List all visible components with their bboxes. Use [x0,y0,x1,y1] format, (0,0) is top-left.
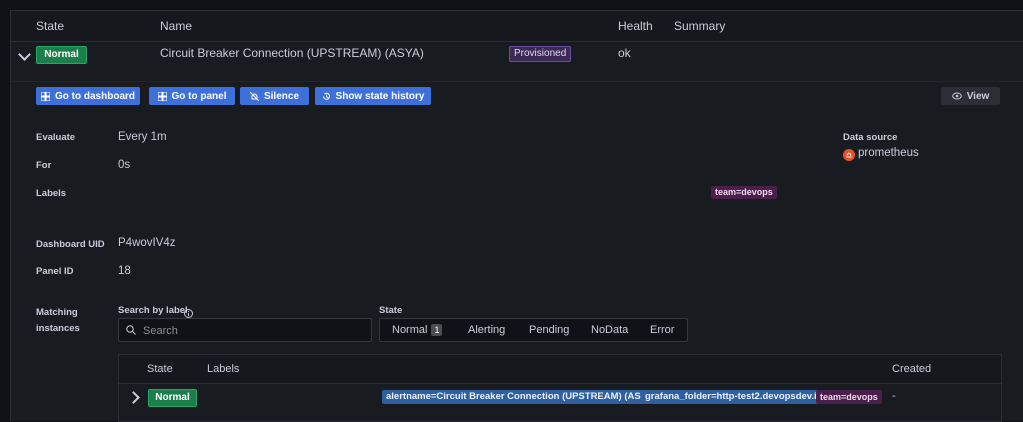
datasource-label: Data source [843,132,898,143]
state-filter-nodata[interactable]: NoData [591,324,628,336]
for-value: 0s [118,159,131,171]
instances-state-header: State [147,363,173,375]
state-filter-error[interactable]: Error [650,324,674,336]
instances-header: State Labels Created [119,355,1001,384]
state-filter: Normal 1 Alerting Pending NoData Error [379,318,688,342]
health-value: ok [618,46,631,60]
state-filter-pending[interactable]: Pending [529,324,569,336]
matching-label-line1: Matching [36,307,78,318]
silence-button[interactable]: Silence [240,87,309,105]
go-to-dashboard-button[interactable]: Go to dashboard [36,87,140,105]
state-filter-normal-label: Normal [392,324,428,336]
search-field[interactable] [118,318,372,342]
dashboard-uid-value: P4wovIV4z [118,237,176,249]
matching-label-line2: instances [36,323,80,334]
go-to-panel-label: Go to panel [171,90,227,102]
state-filter-alerting[interactable]: Alerting [468,324,505,336]
state-filter-normal[interactable]: Normal 1 [392,324,443,336]
rule-name: Circuit Breaker Connection (UPSTREAM) (A… [160,46,424,60]
info-icon[interactable] [184,305,193,318]
go-to-dashboard-label: Go to dashboard [55,90,135,102]
table-row[interactable]: Normal alertname=Circuit Breaker Connect… [119,384,1001,420]
instances-labels-header: Labels [207,363,240,375]
history-icon [322,92,330,100]
show-state-history-label: Show state history [335,90,425,102]
state-filter-label: State [379,305,403,316]
dashboard-uid-label: Dashboard UID [36,239,105,250]
search-by-label-label: Search by label [118,305,188,316]
instance-label-team: team=devops [816,390,882,404]
go-to-panel-button[interactable]: Go to panel [149,87,235,105]
panel-id-label: Panel ID [36,266,74,277]
normal-count-badge: 1 [431,324,443,336]
show-state-history-button[interactable]: Show state history [315,87,431,105]
instances-created-header: Created [892,363,932,375]
chevron-right-icon[interactable] [127,391,140,404]
chevron-down-icon[interactable] [18,48,31,61]
provisioned-tag: Provisioned [509,46,572,62]
rule-row[interactable]: Normal Circuit Breaker Connection (UPSTR… [11,41,1023,82]
search-input[interactable] [141,322,365,340]
instance-label-folder: grafana_folder=http-test2.devopsdev.io [641,390,827,404]
silence-label: Silence [263,90,300,102]
instances-table: State Labels Created Normal alertname=Ci… [118,354,1002,422]
panel-icon [157,91,167,101]
state-badge: Normal [36,46,87,64]
dashboard-icon [41,91,50,101]
label-tag: team=devops [711,186,777,199]
view-label: View [966,90,990,102]
col-name-header: Name [160,19,193,33]
eye-icon [951,92,962,100]
evaluate-label: Evaluate [36,132,76,143]
labels-label: Labels [36,188,67,199]
evaluate-value: Every 1m [118,131,167,143]
instance-state-badge: Normal [148,389,197,407]
search-icon [126,325,136,335]
col-health-header: Health [618,19,653,33]
table-header: State Name Health Summary [11,11,1023,42]
for-label: For [36,160,52,171]
datasource-value: prometheus [858,147,919,159]
col-state-header: State [36,19,65,33]
view-button[interactable]: View [941,87,1000,105]
prometheus-icon [843,148,855,161]
bell-slash-icon [249,91,259,101]
panel-id-value: 18 [118,265,131,277]
instance-label-alertname: alertname=Circuit Breaker Connection (UP… [382,390,661,404]
instance-created-value: - [892,390,896,402]
col-summary-header: Summary [674,19,726,33]
